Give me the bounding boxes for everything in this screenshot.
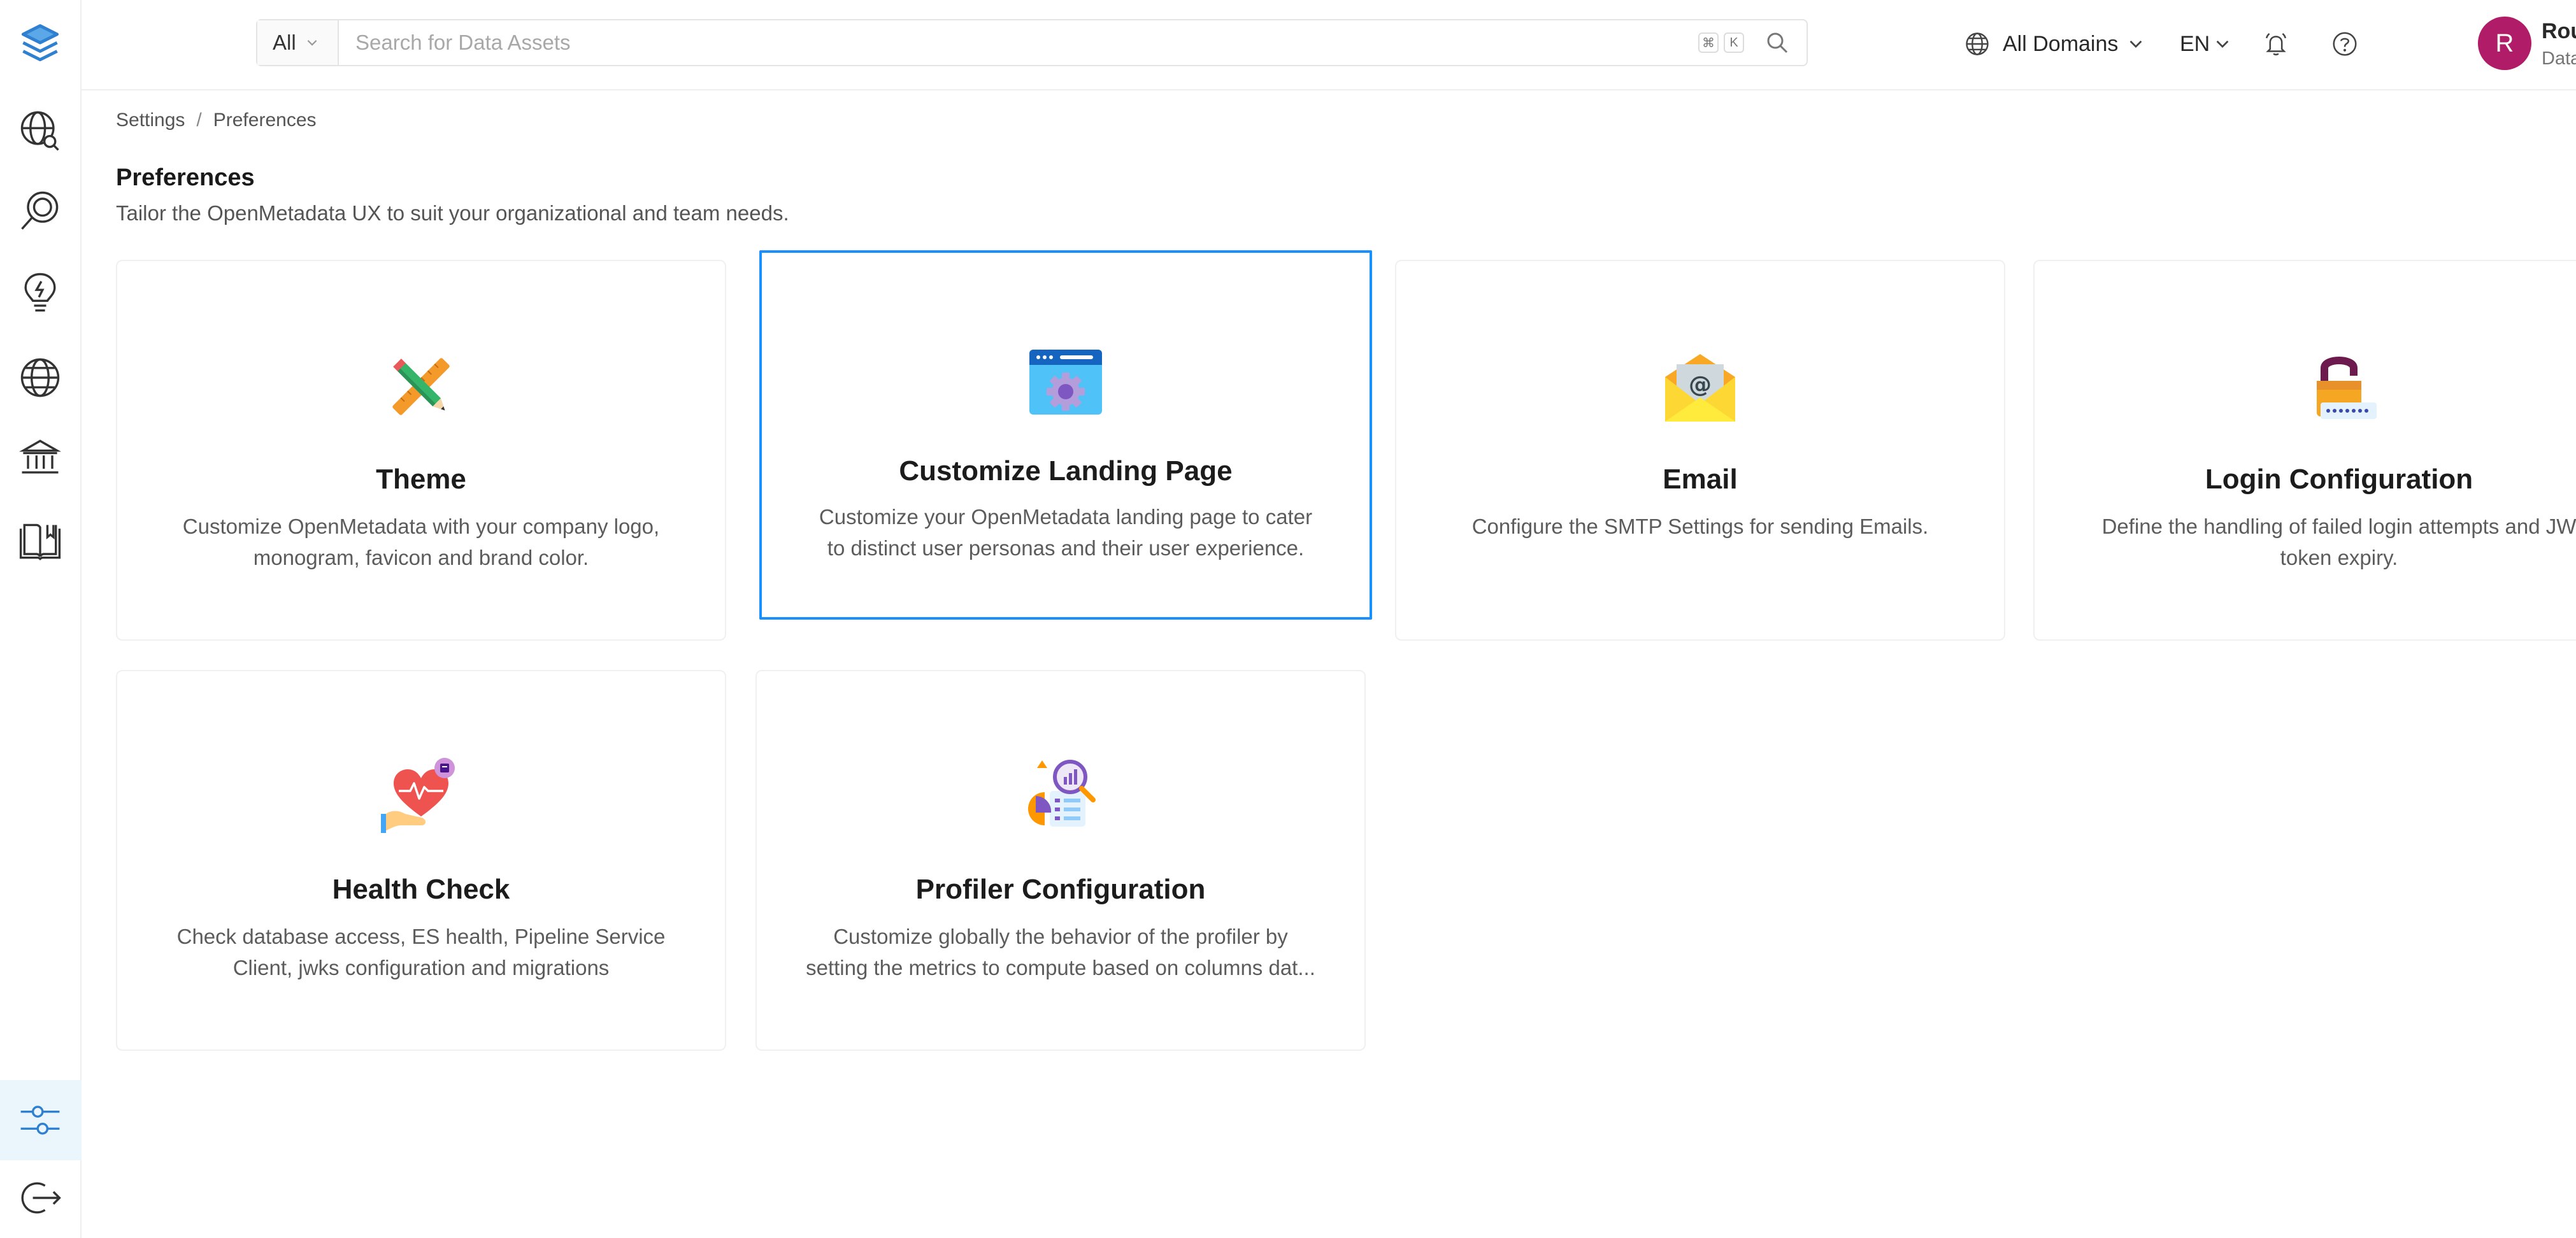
card-description: Check database access, ES health, Pipeli… xyxy=(155,921,687,983)
card-description-line: Configure the SMTP Settings for sending … xyxy=(1471,515,1929,538)
card-description: Customize your OpenMetadata landing page… xyxy=(800,501,1331,564)
card-title: Customize Landing Page xyxy=(899,455,1233,487)
chart-magnifier-icon xyxy=(1028,760,1096,827)
card-title: Theme xyxy=(376,464,466,495)
email-envelope-icon: @ xyxy=(1665,354,1735,422)
notifications-button[interactable] xyxy=(2261,23,2291,65)
sidebar xyxy=(0,0,82,1238)
bell-icon xyxy=(2265,32,2287,55)
breadcrumb-settings-link[interactable]: Settings xyxy=(116,110,185,131)
card-customize-landing-page[interactable]: Customize Landing Page Customize your Op… xyxy=(759,250,1372,620)
card-theme[interactable]: Theme Customize OpenMetadata with your c… xyxy=(116,260,726,641)
browser-gear-icon xyxy=(1029,350,1102,415)
help-button[interactable] xyxy=(2330,23,2359,65)
domain-selector-label: All Domains xyxy=(2003,31,2119,56)
card-description-line: monogram, favicon and brand color. xyxy=(253,546,589,569)
command-key: ⌘ xyxy=(1698,32,1719,53)
svg-text:@: @ xyxy=(1689,372,1712,398)
observability-icon[interactable] xyxy=(15,186,65,236)
card-title: Health Check xyxy=(332,874,510,905)
heart-hand-icon xyxy=(381,758,455,833)
card-description-line: Customize OpenMetadata with your company… xyxy=(182,515,660,538)
user-role: Data Steward xyxy=(2542,48,2576,69)
page-title: Preferences xyxy=(116,164,255,191)
search-button[interactable] xyxy=(1758,20,1796,65)
user-name[interactable]: Rounakpree xyxy=(2542,19,2576,44)
domain-selector[interactable]: All Domains xyxy=(1963,23,2145,65)
card-description: Define the handling of failed login atte… xyxy=(2073,511,2576,573)
page-subtitle: Tailor the OpenMetadata UX to suit your … xyxy=(116,201,789,225)
card-description-line: Customize globally the behavior of the p… xyxy=(833,925,1288,948)
card-description-line: Client, jwks configuration and migration… xyxy=(233,956,610,979)
globe-icon xyxy=(1966,32,1989,55)
global-search: All ⌘ K xyxy=(256,19,1808,66)
domains-icon[interactable] xyxy=(15,353,65,402)
avatar-initial: R xyxy=(2495,29,2514,57)
pencil-ruler-icon xyxy=(392,358,450,415)
chevron-down-icon xyxy=(2130,40,2142,48)
card-description: Configure the SMTP Settings for sending … xyxy=(1435,511,1966,542)
search-scope-select[interactable]: All xyxy=(257,20,339,65)
search-scope-label: All xyxy=(273,31,296,54)
openmetadata-logo-icon[interactable] xyxy=(15,19,65,69)
language-selector[interactable]: EN xyxy=(2180,23,2231,65)
explore-icon[interactable] xyxy=(15,106,65,155)
card-title: Profiler Configuration xyxy=(915,874,1206,905)
card-login-configuration[interactable]: Login Configuration Define the handling … xyxy=(2033,260,2576,641)
card-email[interactable]: @ Email Configure the SMTP Settings for … xyxy=(1395,260,2005,641)
card-description: Customize OpenMetadata with your company… xyxy=(155,511,687,573)
chevron-down-icon xyxy=(2216,40,2229,48)
breadcrumb-current: Preferences xyxy=(213,110,317,131)
settings-sliders-icon[interactable] xyxy=(15,1095,65,1145)
chevron-down-icon xyxy=(307,39,317,46)
help-circle-icon xyxy=(2333,32,2357,56)
card-health-check[interactable]: Health Check Check database access, ES h… xyxy=(116,670,726,1051)
card-title: Login Configuration xyxy=(2205,464,2473,495)
card-description-line: Check database access, ES health, Pipeli… xyxy=(176,925,666,948)
search-shortcut: ⌘ K xyxy=(1698,20,1744,65)
search-icon xyxy=(1767,32,1788,53)
search-input[interactable] xyxy=(339,20,1698,65)
card-description-line: to distinct user personas and their user… xyxy=(827,536,1305,560)
insights-icon[interactable] xyxy=(15,267,65,317)
breadcrumb: Settings / Preferences xyxy=(116,110,317,131)
logout-icon[interactable] xyxy=(15,1173,65,1223)
knowledge-book-icon[interactable] xyxy=(15,517,65,567)
card-description-line: token expiry. xyxy=(2280,546,2398,569)
top-header: All ⌘ K All Domains EN R Rounakpree Data… xyxy=(82,0,2576,90)
card-description: Customize globally the behavior of the p… xyxy=(795,921,1326,983)
padlock-password-icon xyxy=(2317,357,2377,419)
language-label: EN xyxy=(2180,31,2210,56)
governance-icon[interactable] xyxy=(15,433,65,483)
user-avatar[interactable]: R xyxy=(2478,17,2531,70)
card-title: Email xyxy=(1663,464,1738,495)
card-description-line: Define the handling of failed login atte… xyxy=(2101,515,2576,538)
card-description-line: Customize your OpenMetadata landing page… xyxy=(819,505,1313,529)
card-description-line: setting the metrics to compute based on … xyxy=(806,956,1315,979)
card-profiler-configuration[interactable]: Profiler Configuration Customize globall… xyxy=(755,670,1366,1051)
k-key: K xyxy=(1724,32,1744,53)
